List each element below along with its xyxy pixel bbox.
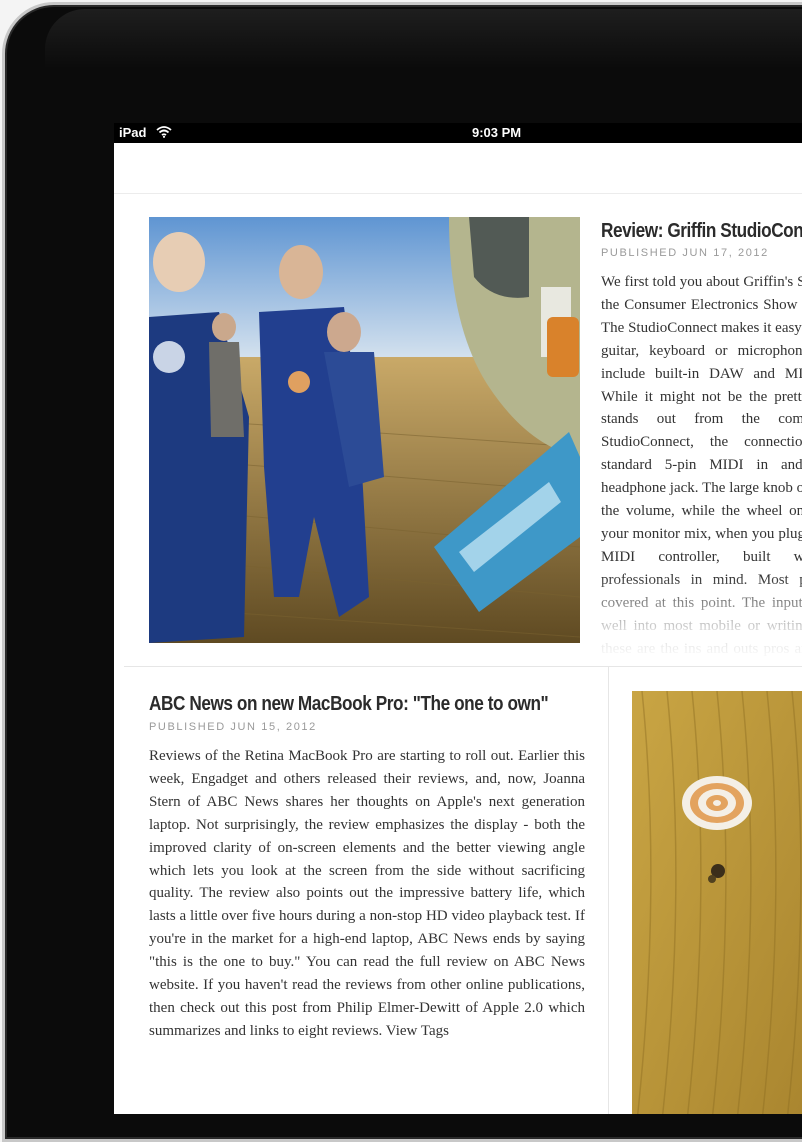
view-tags-link[interactable]: View Tags (386, 1023, 449, 1039)
ipad-screen: iPad 9:03 PM Review: Griffin StudioCon P… (114, 123, 802, 1114)
article-body: Reviews of the Retina MacBook Pro are st… (149, 745, 585, 1043)
article-body-text: Reviews of the Retina MacBook Pro are st… (149, 748, 585, 1039)
parachute-icon (682, 776, 752, 830)
article-title[interactable]: Review: Griffin StudioConnect (601, 220, 802, 243)
status-bar: iPad 9:03 PM (114, 123, 802, 143)
article-title[interactable]: ABC News on new MacBook Pro: "The one to… (149, 693, 549, 716)
capsule-landing-image (632, 691, 802, 1114)
article-body: We first told you about Griffin's Studio… (601, 274, 802, 657)
row-divider (124, 666, 802, 667)
article-photo-capsule[interactable] (632, 691, 802, 1114)
article-photo-astronauts[interactable] (149, 217, 580, 643)
status-time: 9:03 PM (472, 125, 522, 140)
astronaut-landing-image (149, 217, 580, 643)
article-published-date: PUBLISHED JUN 17, 2012 (601, 247, 769, 259)
bezel-sheen (45, 9, 802, 69)
article-published-date: PUBLISHED JUN 15, 2012 (149, 721, 317, 733)
wifi-icon (156, 126, 172, 138)
top-toolbar (114, 143, 802, 194)
column-divider (608, 667, 609, 1114)
status-carrier: iPad (119, 125, 147, 140)
